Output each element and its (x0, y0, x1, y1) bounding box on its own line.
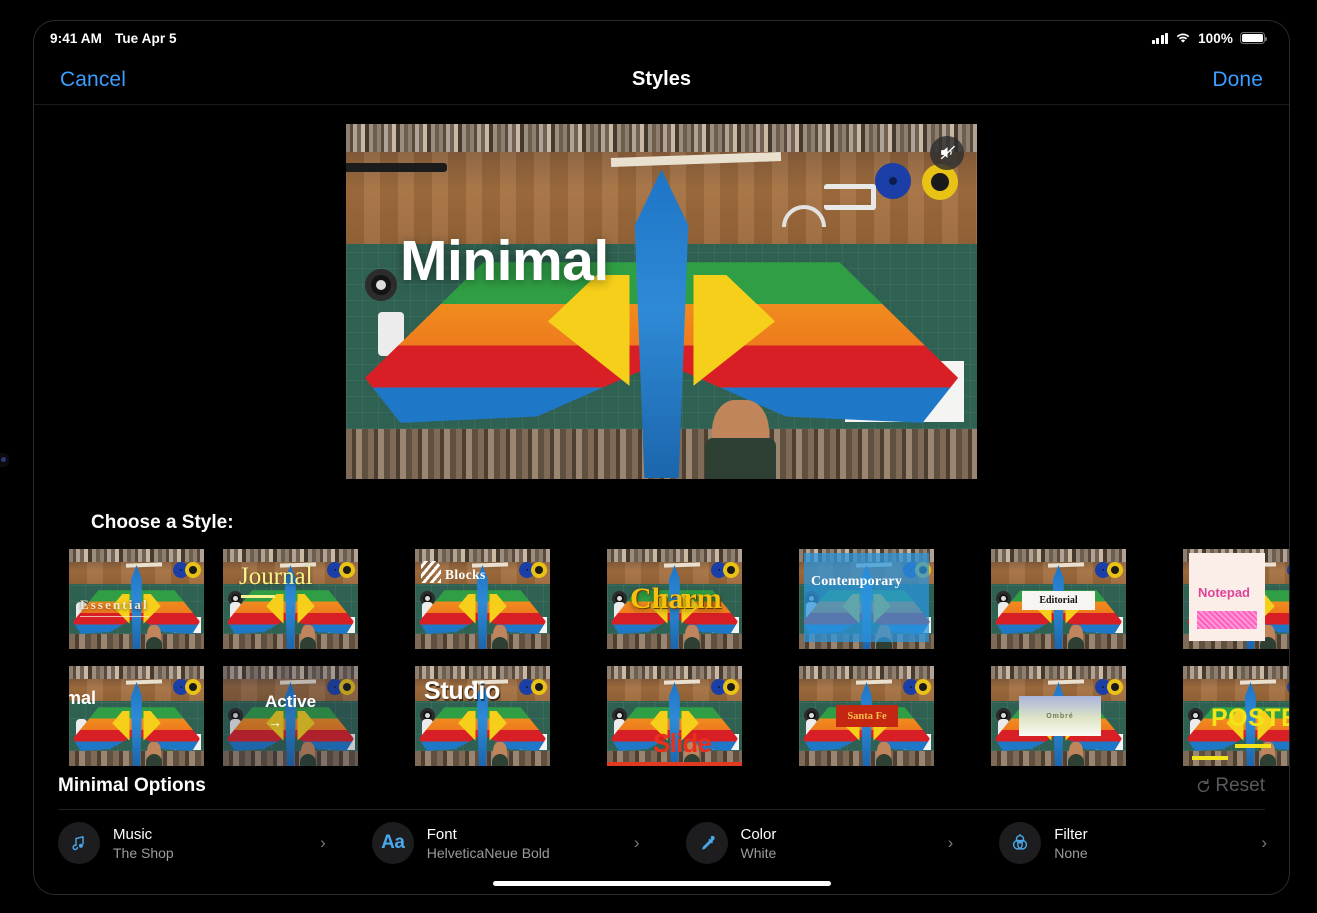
style-thumb-charm[interactable]: Charm (607, 549, 742, 649)
video-preview[interactable]: Minimal (346, 123, 977, 479)
style-thumb-santa-fe[interactable]: Santa Fe (799, 666, 934, 766)
notepad-title-card: Notepad (1189, 553, 1265, 641)
preview-area: Minimal (34, 105, 1289, 497)
style-label: Active (265, 692, 316, 730)
style-thumb-editorial[interactable]: Editorial (991, 549, 1126, 649)
style-thumb-journal[interactable]: Journal (223, 549, 358, 649)
edge-dot-glyph (1, 457, 6, 462)
battery-percent: 100% (1198, 30, 1233, 46)
option-color[interactable]: Color White › (662, 810, 976, 876)
style-thumb-notepad[interactable]: Notepad (1183, 549, 1289, 649)
style-thumb-slide[interactable]: Slide (607, 666, 742, 766)
blocks-mark-icon (421, 561, 441, 583)
battery-full-icon (1240, 31, 1268, 45)
options-title: Minimal Options (58, 775, 206, 796)
chevron-right-icon[interactable]: › (948, 833, 954, 853)
option-label: Music (113, 825, 153, 843)
style-label: Blocks (445, 567, 486, 582)
navigation-bar: Cancel Styles Done (34, 55, 1289, 105)
option-music[interactable]: Music The Shop › (34, 810, 348, 876)
style-label: Notepad (1198, 585, 1250, 600)
options-header: Minimal Options Reset (34, 764, 1289, 808)
options-row: Music The Shop › Aa Font HelveticaNeue B… (34, 810, 1289, 876)
option-value: White (740, 844, 777, 861)
option-font[interactable]: Aa Font HelveticaNeue Bold › (348, 810, 662, 876)
option-filter[interactable]: Filter None › (975, 810, 1289, 876)
preview-title-overlay: Minimal (400, 228, 609, 293)
style-thumb-poster[interactable]: POSTER (1183, 666, 1289, 766)
ombre-title-card: Ombré (1019, 696, 1101, 736)
wifi-icon (1175, 32, 1191, 44)
refresh-icon (1198, 778, 1210, 792)
style-label: POSTER (1211, 704, 1289, 732)
home-indicator[interactable] (492, 881, 831, 886)
santafe-title-card: Santa Fe (836, 705, 898, 727)
style-thumb-contemporary[interactable]: Contemporary (799, 549, 934, 649)
style-label: Ombré (1046, 712, 1074, 720)
style-label: Santa Fe (847, 710, 887, 722)
status-time: 9:41 AM (50, 30, 102, 46)
reset-button[interactable]: Reset (1195, 775, 1265, 797)
filter-circles-icon (999, 822, 1042, 864)
option-label: Font (426, 825, 457, 843)
poster-accent-bar (1192, 756, 1228, 760)
speaker-mute-icon[interactable] (930, 135, 964, 170)
style-label: Studio (424, 677, 500, 705)
style-label: mal (69, 688, 97, 708)
music-note-icon (58, 822, 100, 864)
preview-image (346, 123, 977, 479)
reset-label: Reset (1215, 775, 1265, 796)
status-bar-left: 9:41 AM Tue Apr 5 (50, 31, 177, 46)
style-label: Contemporary (811, 574, 903, 589)
style-thumb-ombre[interactable]: Ombré (991, 666, 1126, 766)
styles-row-1: Essential Journal Blocks Charm Contempor… (34, 549, 1289, 649)
editorial-title-card: Editorial (1022, 591, 1095, 610)
font-aa-icon: Aa (371, 822, 414, 864)
chevron-right-icon[interactable]: › (320, 833, 326, 853)
options-panel: Minimal Options Reset Music The Shop › A… (34, 764, 1289, 894)
done-button[interactable]: Done (1212, 68, 1263, 92)
option-value: The Shop (113, 844, 174, 861)
style-label: Essential (80, 597, 149, 617)
style-thumb-blocks[interactable]: Blocks (415, 549, 550, 649)
device-frame: 9:41 AM Tue Apr 5 100% Cancel Styles Don… (33, 20, 1290, 895)
style-thumb-essential[interactable]: Essential (69, 549, 204, 649)
page-title: Styles (632, 68, 691, 90)
option-value: None (1054, 844, 1088, 861)
style-label: Editorial (1039, 595, 1078, 606)
chevron-right-icon[interactable]: › (634, 833, 640, 853)
status-bar: 9:41 AM Tue Apr 5 100% (34, 21, 1289, 55)
style-thumb-studio[interactable]: Studio (415, 666, 550, 766)
option-value: HelveticaNeue Bold (426, 844, 550, 861)
chevron-right-icon[interactable]: › (1261, 833, 1267, 853)
style-label: Slide (653, 728, 712, 758)
cancel-button[interactable]: Cancel (60, 68, 126, 92)
style-label: Journal (239, 563, 313, 598)
blue-tint-overlay (804, 553, 929, 642)
style-thumb-minimal[interactable]: mal (69, 666, 204, 766)
style-label: Charm (630, 582, 722, 615)
signal-bars-icon (1151, 32, 1169, 44)
status-bar-right: 100% (1151, 30, 1268, 46)
status-date: Tue Apr 5 (114, 30, 177, 46)
eyedropper-icon (685, 822, 728, 864)
styles-scroller[interactable]: Essential Journal Blocks Charm Contempor… (34, 549, 1289, 767)
option-label: Filter (1054, 825, 1088, 843)
edge-indicator (0, 453, 9, 467)
style-thumb-active[interactable]: Active (223, 666, 358, 766)
choose-style-heading: Choose a Style: (91, 512, 234, 533)
poster-accent-bar (1235, 744, 1271, 748)
styles-row-2: mal Active (34, 666, 1289, 766)
option-label: Color (740, 825, 777, 843)
